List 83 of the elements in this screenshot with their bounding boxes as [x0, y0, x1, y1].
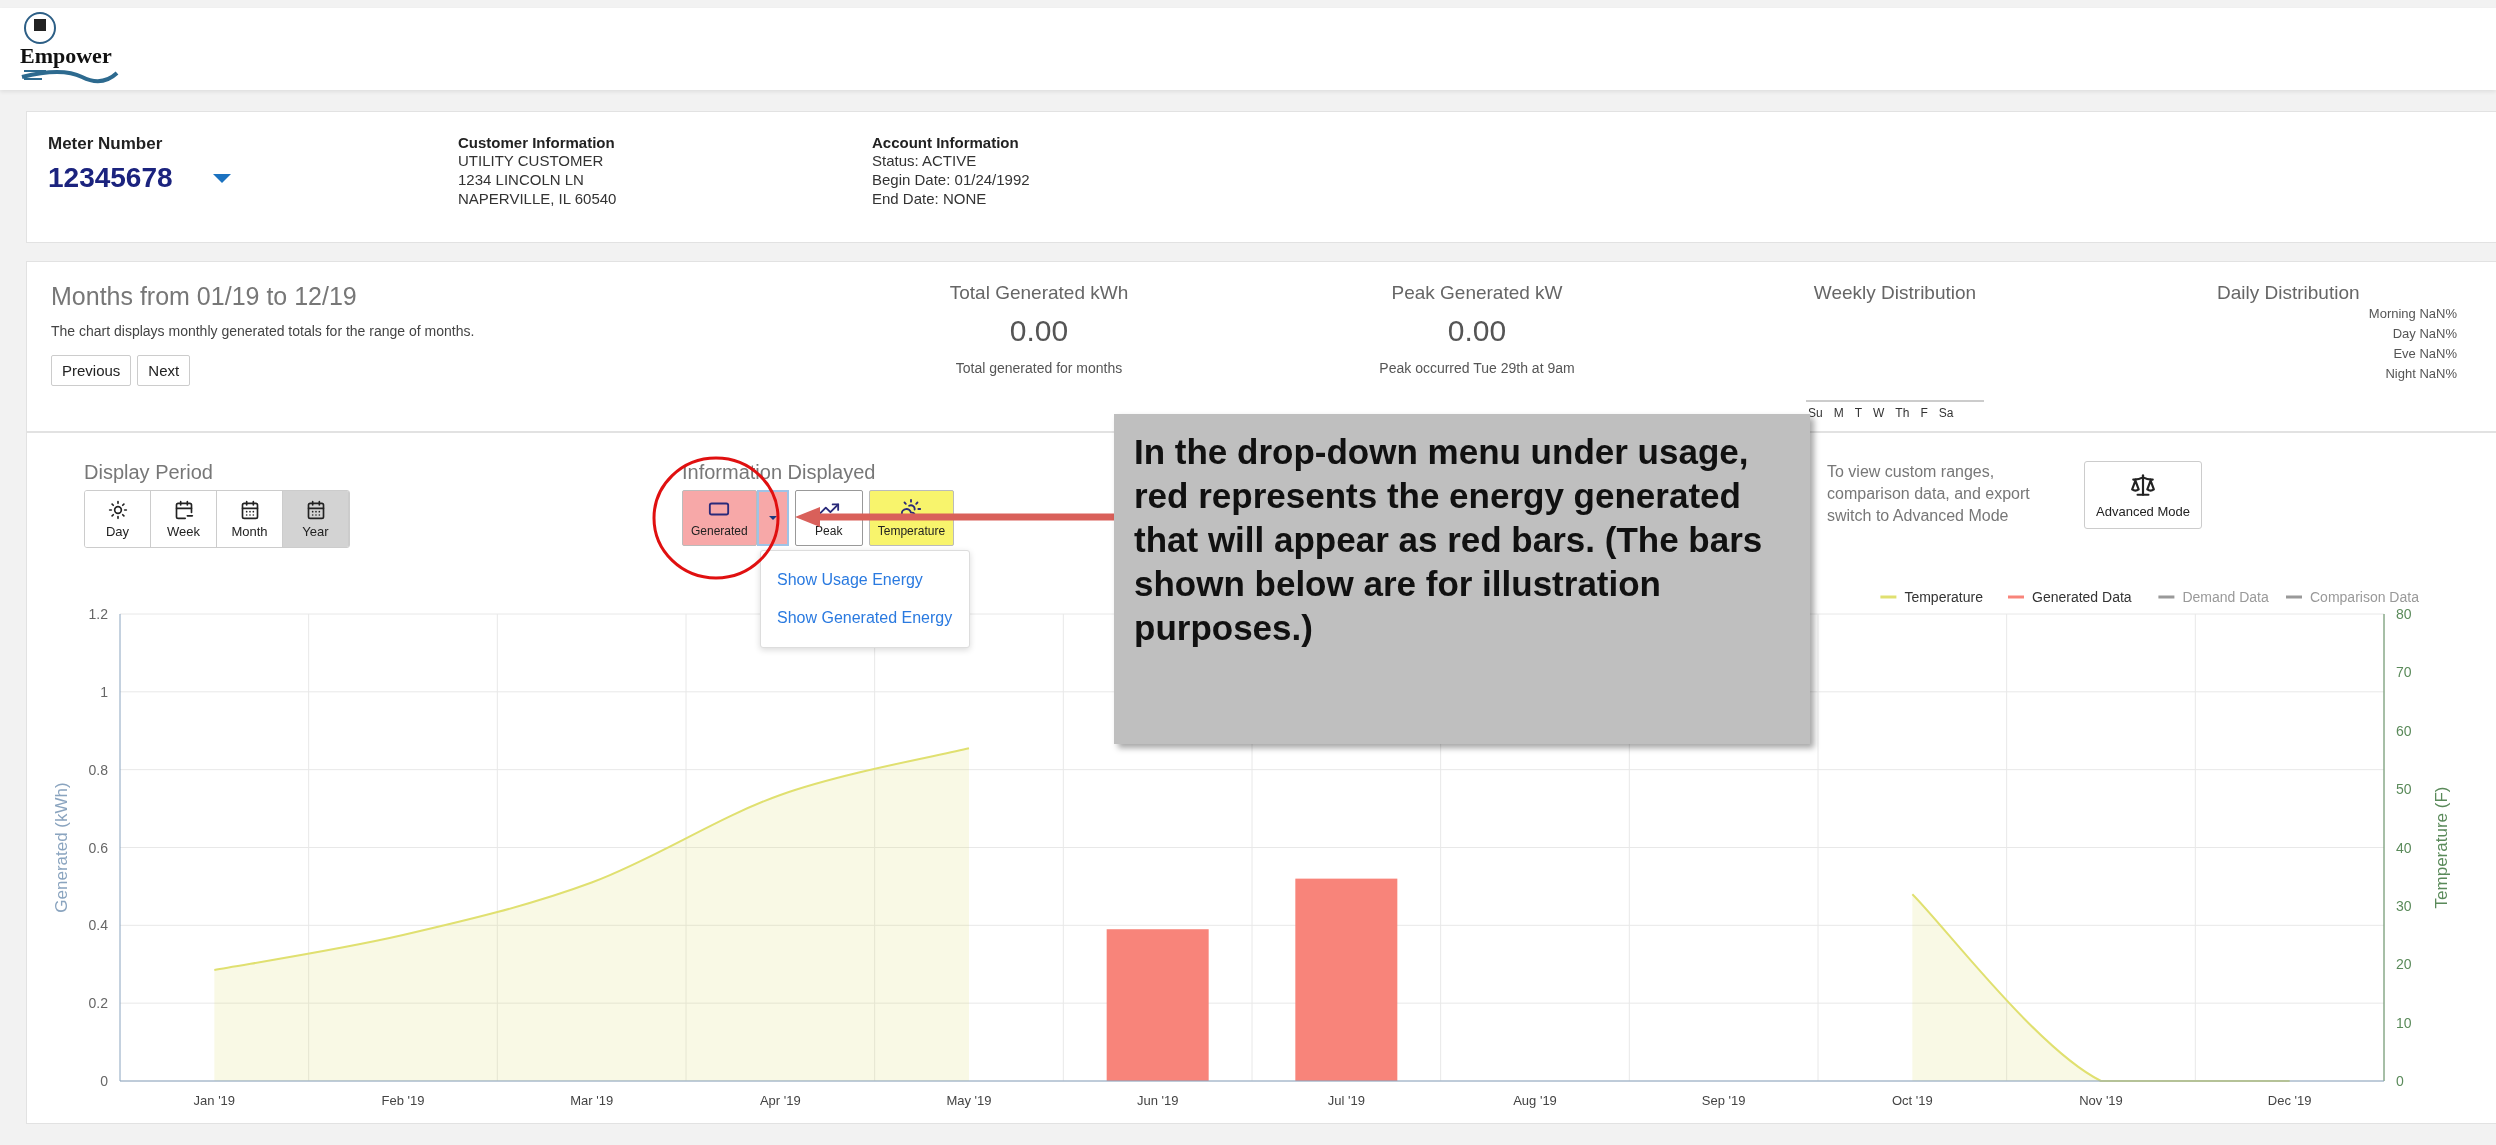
x-axis-label: Dec '19 — [2267, 1093, 2312, 1108]
customer-line: NAPERVILLE, IL 60540 — [458, 189, 618, 208]
range-description: The chart displays monthly generated totals for the range of months. — [51, 323, 476, 339]
x-axis-label: Oct '19 — [1891, 1093, 1933, 1108]
y-axis-label: 0.2 — [88, 995, 108, 1012]
y-axis-label: 70 — [2396, 664, 2412, 681]
scale-icon — [2130, 471, 2156, 498]
stat-title: Total Generated kWh — [949, 282, 1129, 304]
y-axis-label: 60 — [2396, 722, 2412, 739]
caret-icon — [768, 516, 777, 520]
daily-title: Daily Distribution — [2217, 282, 2361, 304]
weekday-label: M — [1833, 406, 1844, 420]
logo-text: Empower — [20, 45, 112, 67]
x-axis-label: Nov '19 — [2079, 1093, 2123, 1108]
stat-value: 0.00 — [1447, 314, 1507, 348]
stat-title: Peak Generated kW — [1391, 282, 1563, 304]
advanced-hint: To view custom ranges, comparison data, and export switch to Advanced Mode — [1827, 462, 2031, 526]
period-label: Display Period — [84, 461, 214, 484]
account-title: Account Information — [872, 134, 1020, 151]
y-axis-label: 0 — [100, 1073, 108, 1089]
customer-line: UTILITY CUSTOMER — [458, 151, 605, 170]
weekday-label: F — [1920, 406, 1928, 420]
period-tab[interactable]: Year — [283, 491, 349, 547]
y-axis-label: 0.4 — [88, 917, 108, 934]
x-axis-label: Mar '19 — [570, 1093, 614, 1108]
y-axis-label: 40 — [2396, 839, 2412, 856]
range-title: Months from 01/19 to 12/19 — [51, 282, 358, 311]
legend-swatch — [2158, 595, 2175, 599]
x-axis-label: Feb '19 — [381, 1093, 425, 1108]
daily-share: Night NaN% — [2385, 366, 2457, 381]
sun-icon — [107, 499, 128, 520]
calendar-icon — [173, 499, 194, 520]
customer-title: Customer Information — [458, 134, 616, 151]
y-axis-label: 80 — [2396, 606, 2412, 622]
stat-value: 0.00 — [1009, 314, 1069, 348]
callout-note: In the drop-down menu under usage, red represents the energy generated that will appear as red bars. (The bars shown below are for illustration purposes.) — [1114, 414, 1810, 744]
y-axis-label: 0.8 — [88, 761, 108, 778]
y-axis-label: 10 — [2396, 1014, 2412, 1031]
customer-line: 1234 LINCOLN LN — [458, 170, 585, 189]
meter-label: Meter Number — [48, 134, 164, 154]
y-axis-label: 1.2 — [88, 606, 108, 622]
legend-label[interactable]: Temperature — [1904, 589, 1983, 605]
daily-share: Day NaN% — [2392, 326, 2457, 341]
account-line: Begin Date: 01/24/1992 — [872, 170, 1031, 189]
x-axis-label: Jul '19 — [1327, 1093, 1365, 1108]
period-tab[interactable]: Day — [85, 491, 151, 547]
nav-button[interactable]: Next — [137, 355, 191, 386]
series-toggle-button[interactable]: Generated — [682, 490, 757, 546]
weekday-label: W — [1873, 406, 1885, 420]
weekday-label: Th — [1895, 406, 1910, 420]
daily-share: Morning NaN% — [2368, 306, 2457, 321]
x-axis-label: Jun '19 — [1136, 1093, 1179, 1108]
advanced-mode-button[interactable]: Advanced Mode — [2084, 461, 2202, 529]
menu-item[interactable]: Show Generated Energy — [761, 599, 969, 637]
account-line: End Date: NONE — [872, 189, 988, 208]
y-axis-label: 50 — [2396, 781, 2412, 798]
y-axis-label: 1 — [100, 683, 108, 700]
y-axis-label: 20 — [2396, 956, 2412, 973]
calendar-icon — [239, 499, 260, 520]
daily-share: Eve NaN% — [2393, 346, 2457, 361]
y-axis-label: 0 — [2396, 1073, 2404, 1089]
account-line: Status: ACTIVE — [872, 151, 978, 170]
menu-item[interactable]: Show Usage Energy — [761, 561, 969, 599]
y-axis-title: Generated (kWh) — [52, 782, 71, 913]
weekday-label: Sa — [1938, 406, 1954, 420]
weekday-label: T — [1854, 406, 1863, 420]
x-axis-label: Jan '19 — [193, 1093, 236, 1108]
stat-note: Peak occurred Tue 29th at 9am — [1379, 360, 1575, 376]
calendar-icon — [305, 499, 326, 520]
weekly-title: Weekly Distribution — [1813, 282, 1977, 304]
x-axis-label: May '19 — [946, 1093, 992, 1108]
y-axis-label: 0.6 — [88, 839, 108, 856]
x-axis-label: Sep '19 — [1701, 1093, 1746, 1108]
meter-number-dropdown[interactable]: 12345678 — [48, 162, 458, 194]
legend-label[interactable]: Generated Data — [2032, 589, 2132, 605]
y-axis-label: 30 — [2396, 897, 2412, 914]
nav-button[interactable]: Previous — [51, 355, 132, 386]
x-axis-label: Apr '19 — [759, 1093, 801, 1108]
stat-note: Total generated for months — [955, 360, 1123, 376]
legend-swatch — [2286, 595, 2302, 599]
y-axis-title: Temperature (F) — [2432, 786, 2451, 909]
weekday-label: Su — [1808, 406, 1823, 420]
x-axis-label: Aug '19 — [1513, 1093, 1557, 1108]
